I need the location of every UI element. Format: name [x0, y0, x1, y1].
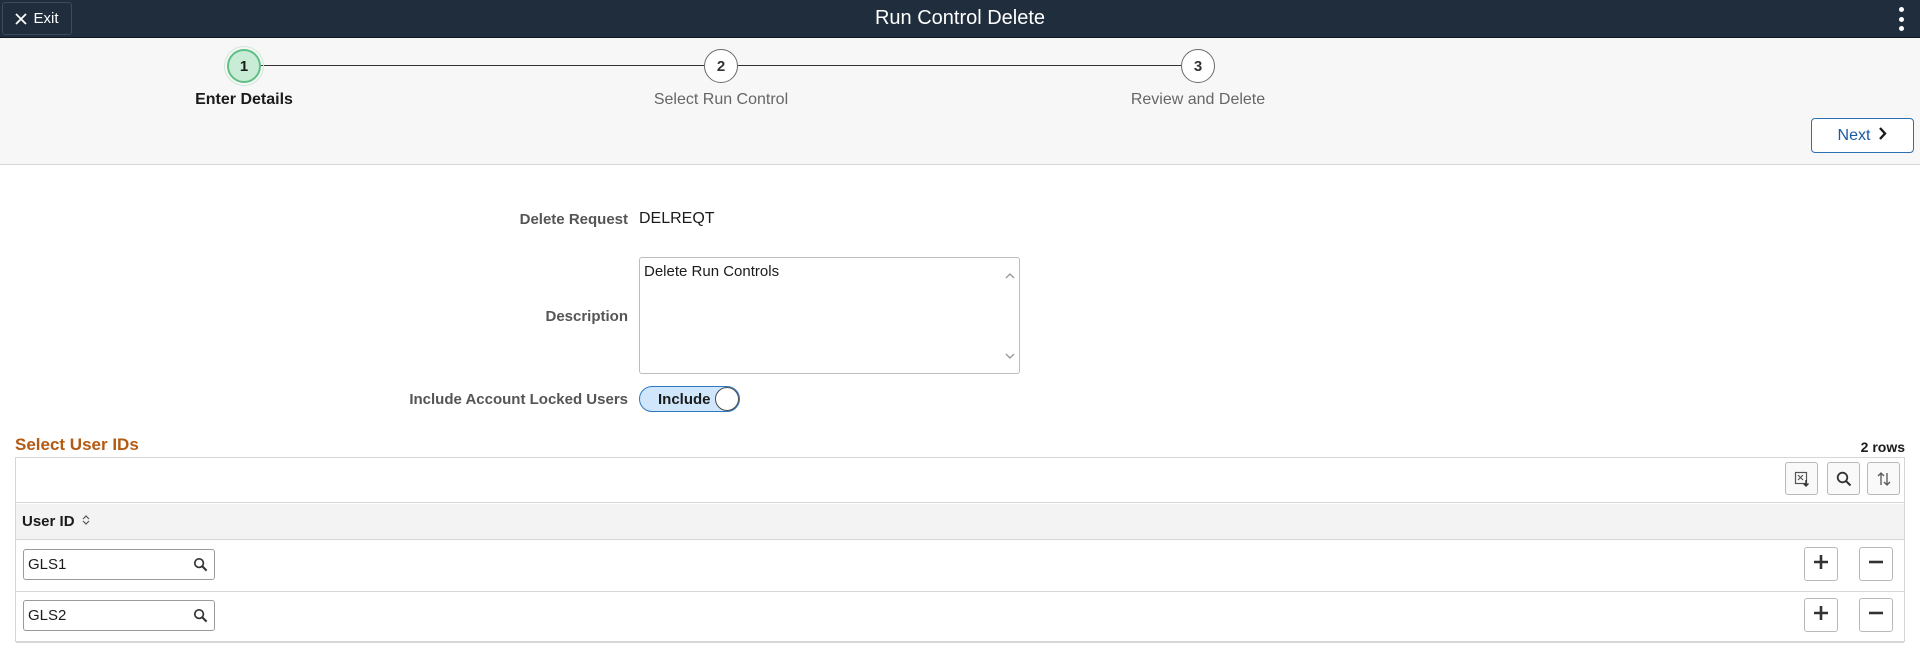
chevron-right-icon	[1878, 126, 1888, 145]
step-3-circle[interactable]: 3	[1181, 49, 1215, 83]
description-label: Description	[545, 308, 628, 325]
app-header: Exit Run Control Delete	[0, 0, 1920, 38]
user-id-grid: User ID GLS1 GLS2	[15, 457, 1905, 643]
grid-toolbar	[16, 458, 1904, 503]
delete-request-value: DELREQT	[639, 210, 715, 227]
step-2-label[interactable]: Select Run Control	[601, 91, 841, 109]
plus-icon	[1813, 605, 1829, 626]
include-locked-label: Include Account Locked Users	[409, 391, 628, 408]
next-label: Next	[1837, 126, 1871, 144]
page-title: Run Control Delete	[874, 7, 1046, 29]
user-id-column-header[interactable]: User ID	[22, 513, 91, 530]
lookup-search-icon[interactable]	[193, 608, 208, 628]
step-connector	[245, 65, 722, 66]
step-3-label[interactable]: Review and Delete	[1078, 91, 1318, 109]
next-button[interactable]: Next	[1811, 118, 1914, 153]
user-id-input[interactable]: GLS2	[23, 600, 215, 631]
lookup-search-icon[interactable]	[193, 557, 208, 577]
include-locked-toggle[interactable]: Include	[639, 386, 740, 412]
grid-header-row: User ID	[16, 504, 1904, 540]
description-scrollbar[interactable]	[1004, 270, 1016, 362]
sort-icon[interactable]	[1867, 462, 1900, 495]
plus-icon	[1813, 554, 1829, 575]
user-id-value: GLS2	[28, 607, 67, 624]
step-2-circle[interactable]: 2	[704, 49, 738, 83]
more-actions-icon[interactable]	[1896, 7, 1906, 31]
toggle-label: Include	[658, 391, 711, 408]
grid-title: Select User IDs	[15, 435, 139, 454]
toggle-knob	[715, 387, 739, 411]
delete-request-label: Delete Request	[519, 211, 628, 228]
delete-row-button[interactable]	[1859, 598, 1893, 632]
add-row-button[interactable]	[1804, 547, 1838, 581]
step-connector	[738, 65, 1198, 66]
sort-toggle-icon	[81, 513, 91, 530]
row-count: 2 rows	[1860, 439, 1905, 455]
export-icon[interactable]	[1785, 462, 1818, 495]
minus-icon	[1868, 554, 1884, 575]
delete-row-button[interactable]	[1859, 547, 1893, 581]
search-icon[interactable]	[1827, 462, 1860, 495]
add-row-button[interactable]	[1804, 598, 1838, 632]
table-row: GLS2	[16, 592, 1904, 643]
step-1-circle[interactable]: 1	[224, 46, 264, 86]
step-train: 1 Enter Details 2 Select Run Control 3 R…	[0, 38, 1920, 165]
description-field[interactable]: Delete Run Controls	[639, 257, 1020, 374]
user-id-input[interactable]: GLS1	[23, 549, 215, 580]
column-header-label: User ID	[22, 513, 75, 530]
user-id-value: GLS1	[28, 556, 67, 573]
minus-icon	[1868, 605, 1884, 626]
table-row: GLS1	[16, 541, 1904, 592]
step-1-label[interactable]: Enter Details	[124, 91, 364, 109]
